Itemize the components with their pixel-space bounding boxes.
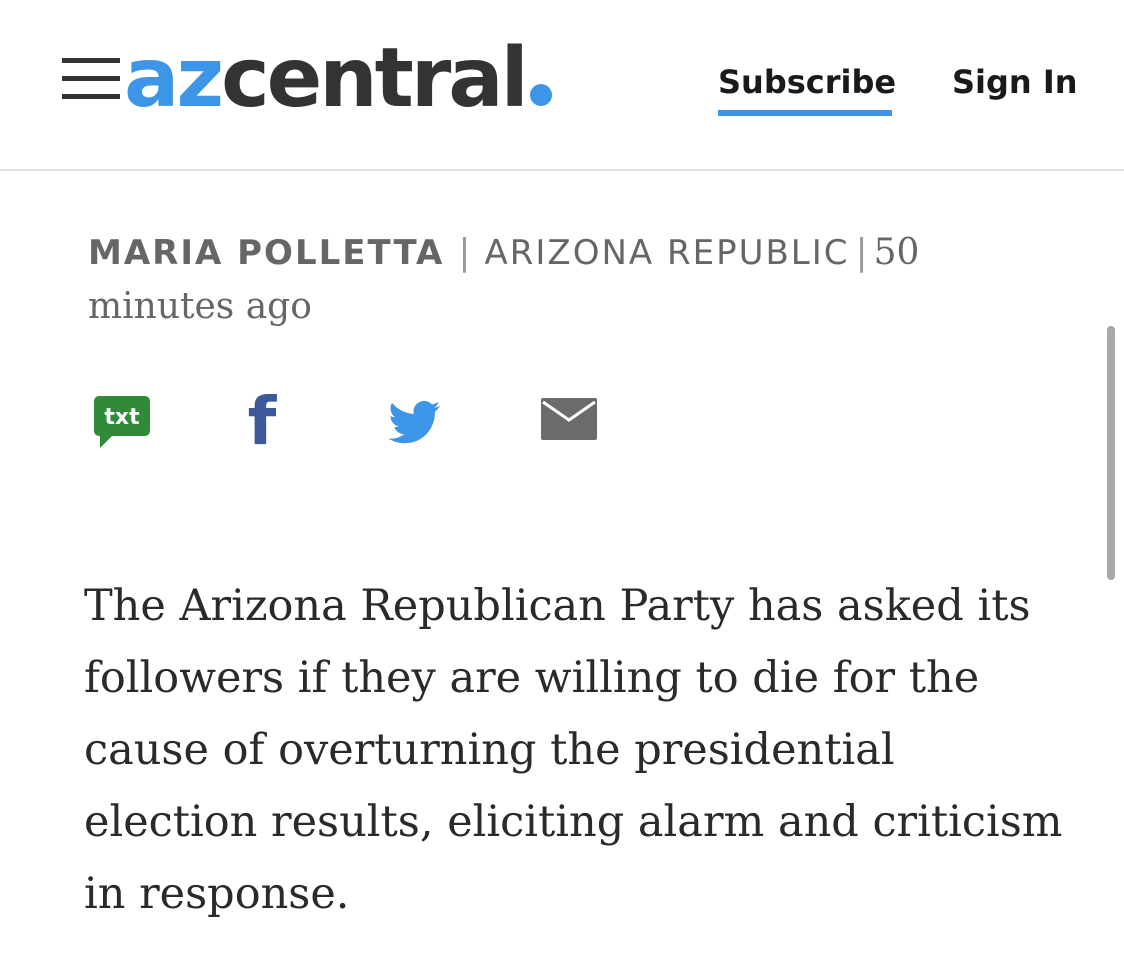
logo-dot (529, 84, 552, 106)
article-byline: MARIA POLLETTA | ARIZONA REPUBLIC | 50 minut… (88, 226, 1048, 334)
subscribe-underline (718, 110, 892, 116)
share-toolbar: txt f (88, 392, 608, 456)
txt-sms-icon[interactable]: txt (92, 392, 156, 456)
logo-wordmark: central (221, 31, 529, 126)
hamburger-menu-icon[interactable] (62, 58, 120, 104)
facebook-icon-glyph: f (248, 392, 278, 456)
byline-separator-2: | (855, 232, 868, 273)
site-header: azcentral Subscribe Sign In (0, 6, 1124, 171)
subscribe-link[interactable]: Subscribe (718, 60, 896, 104)
byline-author[interactable]: MARIA POLLETTA (88, 233, 444, 273)
site-logo[interactable]: azcentral (124, 24, 552, 134)
facebook-icon[interactable]: f (240, 392, 304, 456)
twitter-icon[interactable] (386, 392, 446, 456)
article-lead-paragraph: The Arizona Republican Party has asked i… (84, 581, 1063, 919)
logo-prefix: az (124, 31, 224, 126)
email-icon[interactable] (540, 392, 600, 456)
byline-organization: ARIZONA REPUBLIC (484, 233, 850, 273)
txt-icon-label: txt (104, 405, 140, 430)
scrollbar-thumb[interactable] (1107, 326, 1115, 580)
sign-in-link[interactable]: Sign In (952, 60, 1078, 104)
byline-separator: | (458, 232, 471, 273)
